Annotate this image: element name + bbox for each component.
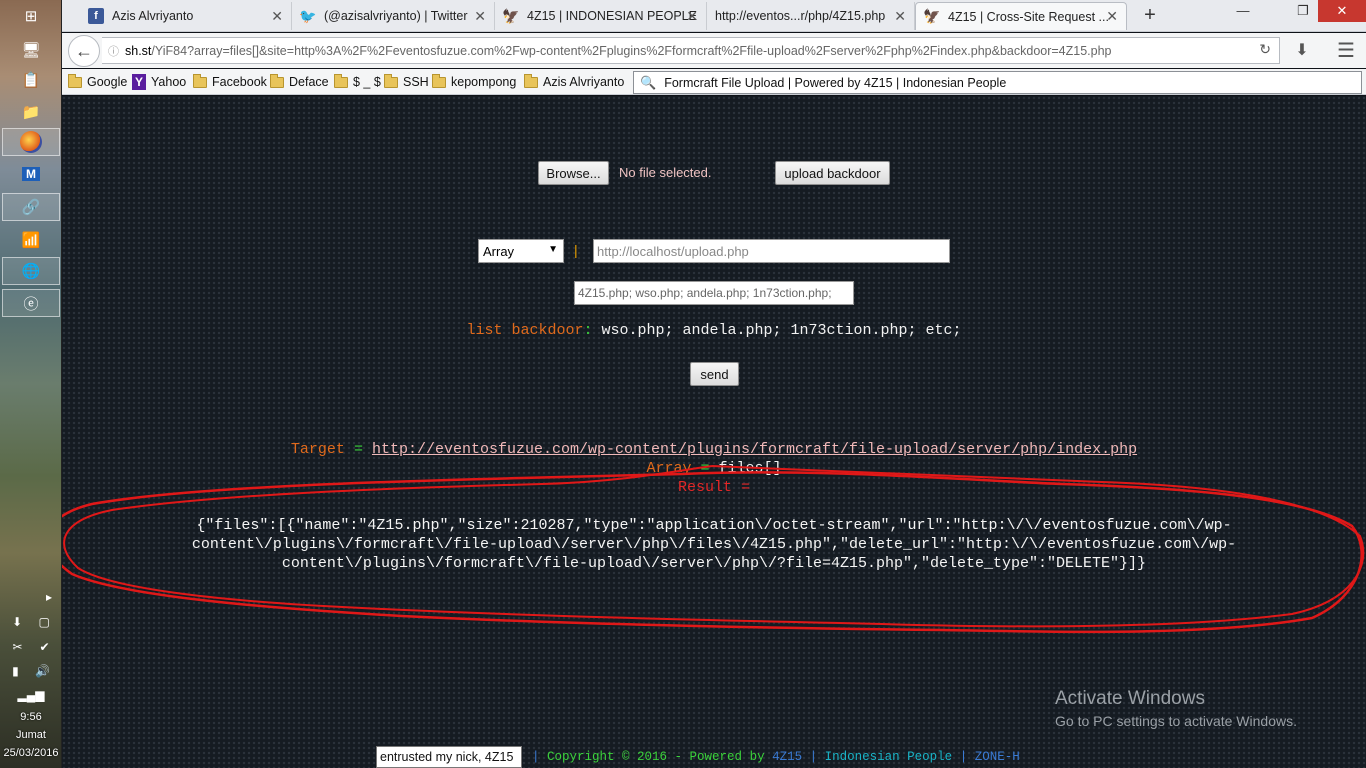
search-icon: 🔍 (640, 74, 657, 90)
tab-indonesian-people[interactable]: 🦅 4Z15 | INDONESIAN PEOPLE ✕ (495, 2, 707, 30)
folder-icon (432, 73, 446, 88)
folder-icon (384, 73, 398, 88)
restore-icon[interactable]: ❐ (1288, 0, 1318, 22)
tab-label: Azis Alvriyanto (112, 9, 194, 23)
garuda-icon: 🦅 (923, 8, 941, 24)
activate-windows-watermark: Activate Windows Go to PC settings to ac… (1055, 688, 1297, 729)
url-bar[interactable]: ⓘ sh.st/YiF84?array=files[]&site=http%3A… (102, 37, 1280, 64)
bookmark-dollar[interactable]: $ _ $ (334, 73, 381, 91)
battery-tray-icon[interactable]: ▮ (12, 664, 19, 678)
tab-label: 4Z15 | INDONESIAN PEOPLE (527, 9, 697, 23)
navigation-toolbar: ← ⓘ sh.st/YiF84?array=files[]&site=http%… (62, 33, 1366, 68)
close-tab-icon[interactable]: ✕ (474, 8, 486, 25)
clock-day: Jumat (16, 729, 46, 741)
folder-icon (270, 73, 284, 88)
watermark-subtitle: Go to PC settings to activate Windows. (1055, 713, 1297, 729)
reload-icon[interactable]: ↻ (1259, 41, 1271, 58)
bookmark-yahoo[interactable]: Y Yahoo (132, 73, 186, 91)
globe-app-icon[interactable]: 🌐 (2, 257, 60, 285)
footer-copyright: Copyright © 2016 - Powered by (547, 750, 765, 764)
tools-tray-icon[interactable]: ✂ (12, 640, 22, 654)
wifi-app-icon[interactable]: 📶 (2, 226, 60, 254)
search-input[interactable]: 🔍 Formcraft File Upload | Powered by 4Z1… (633, 71, 1362, 94)
taskbar-clock[interactable]: 9:56 Jumat 25/03/2016 (0, 708, 62, 762)
tab-eventos[interactable]: http://eventos...r/php/4Z15.php ✕ (707, 2, 915, 30)
nick-box[interactable]: entrusted my nick, 4Z15 (376, 746, 522, 768)
search-value: Formcraft File Upload | Powered by 4Z15 … (664, 75, 1007, 90)
windows-taskbar: ⊞ 🖥 📋 📁 M 🔗 📶 🌐 ⓔ ▸ ⬇ ▢ ✂ ✔ ▮ 🔊 ▂▄▆ 9:56… (0, 0, 62, 768)
footer-sep: | (532, 750, 540, 764)
folder-icon (334, 73, 348, 88)
tab-twitter[interactable]: 🐦 (@azisalvriyanto) | Twitter ✕ (292, 2, 495, 30)
clock-date: 25/03/2016 (3, 747, 59, 759)
tray-expand-icon[interactable]: ▸ (4, 590, 58, 604)
bookmark-label: Deface (289, 75, 329, 89)
footer-sep: | (959, 750, 968, 764)
close-window-icon[interactable]: ✕ (1318, 0, 1366, 22)
page-footer: entrusted my nick, 4Z15 | Copyright © 20… (62, 746, 1366, 768)
download-icon[interactable]: ⬇ (1290, 39, 1314, 63)
minimize-icon[interactable]: — (1228, 0, 1258, 22)
site-info-icon[interactable]: ⓘ (108, 43, 119, 59)
bookmark-ssh[interactable]: SSH (384, 73, 429, 91)
footer-brand[interactable]: 4Z15 (772, 750, 802, 764)
url-host: sh.st (125, 43, 152, 58)
twitter-icon: 🐦 (299, 7, 317, 24)
bookmark-label: kepompong (451, 75, 517, 89)
bookmark-label: Facebook (212, 75, 267, 89)
explorer-folder-icon[interactable]: 📁 (2, 98, 60, 126)
bookmark-facebook[interactable]: Facebook (193, 73, 267, 91)
bookmark-google[interactable]: Google (68, 73, 127, 91)
signal-tray-icon[interactable]: ▂▄▆ (18, 688, 45, 702)
watermark-title: Activate Windows (1055, 688, 1205, 709)
footer-text: | Copyright © 2016 - Powered by 4Z15 | I… (532, 750, 1020, 764)
tab-strip: f Azis Alvriyanto ✕ 🐦 (@azisalvriyanto) … (62, 0, 1366, 32)
volume-tray-icon[interactable]: 🔊 (35, 664, 50, 678)
clock-time: 9:56 (20, 711, 42, 723)
network-app-icon[interactable]: 🔗 (2, 193, 60, 221)
new-tab-icon[interactable]: + (1138, 4, 1162, 28)
tab-label: (@azisalvriyanto) | Twitter (324, 9, 468, 23)
footer-people[interactable]: Indonesian People (825, 750, 953, 764)
yahoo-icon: Y (132, 74, 146, 90)
bookmark-label: $ _ $ (353, 75, 381, 89)
bookmark-deface[interactable]: Deface (270, 73, 329, 91)
tab-csrf-active[interactable]: 🦅 4Z15 | Cross-Site Request ... ✕ (915, 2, 1127, 30)
page-content: Browse... No file selected. upload backd… (62, 96, 1366, 768)
menu-icon[interactable]: ☰ (1334, 39, 1358, 63)
red-scribble-annotation (62, 465, 1365, 634)
footer-zone[interactable]: ZONE-H (975, 750, 1020, 764)
clipboard-icon[interactable]: 📋 (2, 66, 60, 94)
close-tab-icon[interactable]: ✕ (686, 8, 698, 25)
bookmark-label: Azis Alvriyanto (543, 75, 625, 89)
close-tab-icon[interactable]: ✕ (1106, 8, 1118, 25)
bookmark-label: Yahoo (151, 75, 187, 89)
computer-icon[interactable]: 🖥 (2, 36, 60, 64)
folder-icon (524, 73, 538, 88)
ie-app-icon[interactable]: ⓔ (2, 289, 60, 317)
shield-tray-icon[interactable]: ✔ (39, 640, 49, 654)
close-tab-icon[interactable]: ✕ (894, 8, 906, 25)
back-arrow-icon[interactable]: ← (68, 35, 100, 67)
folder-icon (68, 73, 82, 88)
folder-icon (193, 73, 207, 88)
downloader-tray-icon[interactable]: ⬇ (12, 615, 22, 629)
garuda-icon: 🦅 (502, 7, 520, 24)
bookmark-label: SSH (403, 75, 429, 89)
bookmark-azis[interactable]: Azis Alvriyanto (524, 73, 624, 91)
window-tray-icon[interactable]: ▢ (39, 615, 50, 629)
tab-facebook[interactable]: f Azis Alvriyanto ✕ (80, 2, 292, 30)
bookmark-kepompong[interactable]: kepompong (432, 73, 516, 91)
tab-label: 4Z15 | Cross-Site Request ... (948, 9, 1109, 24)
facebook-icon: f (88, 8, 104, 24)
start-icon[interactable]: ⊞ (2, 2, 60, 30)
tab-label: http://eventos...r/php/4Z15.php (715, 9, 886, 23)
bookmark-label: Google (87, 75, 128, 89)
firefox-taskbar-icon[interactable] (2, 128, 60, 156)
close-tab-icon[interactable]: ✕ (271, 8, 283, 25)
maxthon-icon[interactable]: M (2, 160, 60, 188)
url-path: /YiF84?array=files[]&site=http%3A%2F%2Fe… (151, 43, 1112, 58)
footer-sep: | (809, 750, 818, 764)
